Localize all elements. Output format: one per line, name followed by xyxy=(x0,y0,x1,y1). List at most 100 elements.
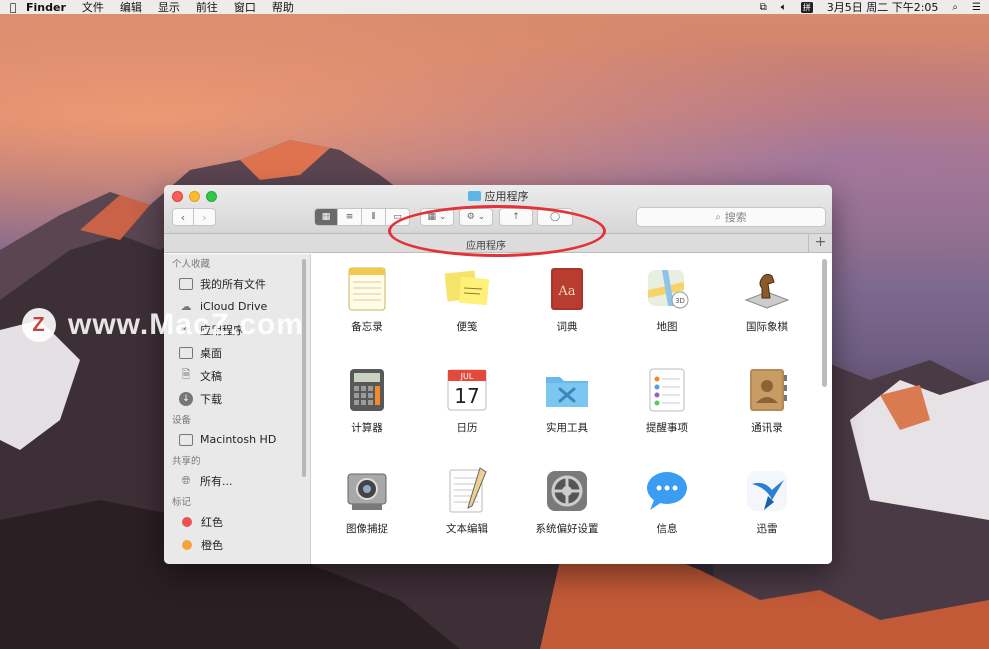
menu-help[interactable]: 帮助 xyxy=(272,0,294,15)
app-item[interactable]: 迅雷 xyxy=(717,466,817,536)
menu-extras: ⧉ 🔈︎ 拼 3月5日 周二 下午2:05 ⌕ ☰ xyxy=(760,0,989,14)
highlight-ellipse xyxy=(388,205,606,257)
downloads-icon: ↓ xyxy=(179,391,193,406)
utilities-folder-icon xyxy=(542,365,592,415)
app-label: 提醒事项 xyxy=(646,422,688,434)
desktop-icon xyxy=(179,346,193,359)
system-preferences-icon xyxy=(542,466,592,516)
back-button[interactable]: ‹ xyxy=(172,208,194,226)
spotlight-search-icon[interactable]: ⌕ xyxy=(952,2,958,13)
all-files-icon xyxy=(179,277,193,290)
network-icon: 🌐︎ xyxy=(181,473,191,487)
folder-icon xyxy=(467,191,481,201)
menu-file[interactable]: 文件 xyxy=(82,0,104,15)
sidebar-item-all-my-files[interactable]: 我的所有文件 xyxy=(164,272,310,295)
svg-text:Aa: Aa xyxy=(557,284,575,299)
thunder-icon xyxy=(742,466,792,516)
sidebar-item-all-shared[interactable]: 🌐︎ 所有... xyxy=(164,469,310,492)
app-item[interactable]: 通讯录 xyxy=(717,365,817,435)
notes-icon xyxy=(342,264,392,314)
menu-go[interactable]: 前往 xyxy=(196,0,218,15)
app-item[interactable]: 3D 地图 xyxy=(617,264,717,334)
reminders-icon xyxy=(642,365,692,415)
menu-edit[interactable]: 编辑 xyxy=(120,0,142,15)
new-tab-button[interactable]: + xyxy=(808,234,832,252)
sidebar-item-documents[interactable]: 🗎︎ 文稿 xyxy=(164,364,310,387)
app-item[interactable]: 实用工具 xyxy=(517,365,617,435)
sidebar-item-downloads[interactable]: ↓ 下载 xyxy=(164,387,310,410)
svg-text:3D: 3D xyxy=(675,297,685,305)
menu-view[interactable]: 显示 xyxy=(158,0,180,15)
sidebar-header-favorites: 个人收藏 xyxy=(172,259,211,270)
menu-clock[interactable]: 3月5日 周二 下午2:05 xyxy=(827,0,939,15)
content-scrollbar[interactable] xyxy=(822,259,827,387)
app-label: 文本编辑 xyxy=(446,523,488,535)
sidebar-item-tag-red[interactable]: 红色 xyxy=(164,510,310,533)
file-icon-grid: 备忘录 便笺 Aa 词典 3D 地图 国际象棋 计算器 JUL 17 日历 实用工具 提醒事项 通讯录 图像… xyxy=(312,254,832,564)
documents-icon: 🗎︎ xyxy=(181,368,191,381)
app-item[interactable]: 国际象棋 xyxy=(717,264,817,334)
calculator-icon xyxy=(342,365,392,415)
app-item[interactable]: 系统偏好设置 xyxy=(517,466,617,536)
image-capture-icon xyxy=(342,466,392,516)
app-item[interactable]: 信息 xyxy=(617,466,717,536)
menu-bar:  Finder 文件 编辑 显示 前往 窗口 帮助 ⧉ 🔈︎ 拼 3月5日 周… xyxy=(0,0,989,14)
sidebar-item-tag-orange[interactable]: 橙色 xyxy=(164,533,310,556)
input-method-icon[interactable]: 拼 xyxy=(800,1,813,13)
watermark: Z www.MacZ.com xyxy=(22,308,304,342)
menu-window[interactable]: 窗口 xyxy=(234,0,256,15)
icon-view-button[interactable]: ▦ xyxy=(314,208,338,226)
sidebar-item-desktop[interactable]: 桌面 xyxy=(164,341,310,364)
textedit-icon xyxy=(442,466,492,516)
app-label: 地图 xyxy=(656,321,678,333)
sidebar-scrollbar[interactable] xyxy=(302,259,306,477)
volume-icon[interactable]: 🔈︎ xyxy=(781,2,787,13)
app-label: 计算器 xyxy=(351,422,383,434)
app-label: 系统偏好设置 xyxy=(535,523,599,535)
disk-icon xyxy=(179,433,193,446)
app-item[interactable]: 图像捕捉 xyxy=(317,466,417,536)
sidebar-header-tags: 标记 xyxy=(172,497,192,508)
sidebar-item-macintosh-hd[interactable]: Macintosh HD xyxy=(164,428,310,451)
screen-mirroring-icon[interactable]: ⧉ xyxy=(760,2,767,13)
app-item[interactable]: Aa 词典 xyxy=(517,264,617,334)
dictionary-icon: Aa xyxy=(542,264,592,314)
app-item[interactable]: JUL 17 日历 xyxy=(417,365,517,435)
app-label: 国际象棋 xyxy=(746,321,788,333)
app-label: 备忘录 xyxy=(351,321,383,333)
orange-tag-icon xyxy=(182,539,192,550)
maps-icon: 3D xyxy=(642,264,692,314)
svg-text:JUL: JUL xyxy=(460,372,474,381)
app-item[interactable]: 便笺 xyxy=(417,264,517,334)
column-view-button[interactable]: ⫴ xyxy=(362,208,386,226)
contacts-icon xyxy=(742,365,792,415)
app-item[interactable]: 文本编辑 xyxy=(417,466,517,536)
app-label: 通讯录 xyxy=(751,422,783,434)
red-tag-icon xyxy=(182,516,192,527)
notification-center-icon[interactable]: ☰ xyxy=(972,2,981,13)
macz-logo-icon: Z xyxy=(22,308,56,342)
app-item[interactable]: 备忘录 xyxy=(317,264,417,334)
app-item[interactable]: 提醒事项 xyxy=(617,365,717,435)
sidebar: 个人收藏 我的所有文件 ☁ iCloud Drive ✦ 应用程序 桌面 🗎︎ 文稿 … xyxy=(164,254,311,564)
app-label: 词典 xyxy=(556,321,578,333)
list-view-button[interactable]: ≡ xyxy=(338,208,362,226)
search-icon: ⌕ xyxy=(715,211,721,223)
apple-menu-icon[interactable]:  xyxy=(0,1,26,14)
search-field[interactable]: ⌕ 搜索 xyxy=(636,207,826,227)
messages-icon xyxy=(642,466,692,516)
sidebar-header-devices: 设备 xyxy=(172,415,192,426)
navigation-buttons: ‹ › xyxy=(172,208,216,226)
menu-app-name[interactable]: Finder xyxy=(26,1,66,14)
app-label: 图像捕捉 xyxy=(346,523,388,535)
sidebar-header-shared: 共享的 xyxy=(172,456,201,467)
stickies-icon xyxy=(442,264,492,314)
forward-button[interactable]: › xyxy=(194,208,216,226)
window-title: 应用程序 xyxy=(164,188,832,204)
app-label: 实用工具 xyxy=(546,422,588,434)
app-label: 信息 xyxy=(656,523,678,535)
app-label: 迅雷 xyxy=(756,523,778,535)
svg-text:17: 17 xyxy=(454,384,479,408)
app-item[interactable]: 计算器 xyxy=(317,365,417,435)
watermark-text: www.MacZ.com xyxy=(68,308,304,341)
